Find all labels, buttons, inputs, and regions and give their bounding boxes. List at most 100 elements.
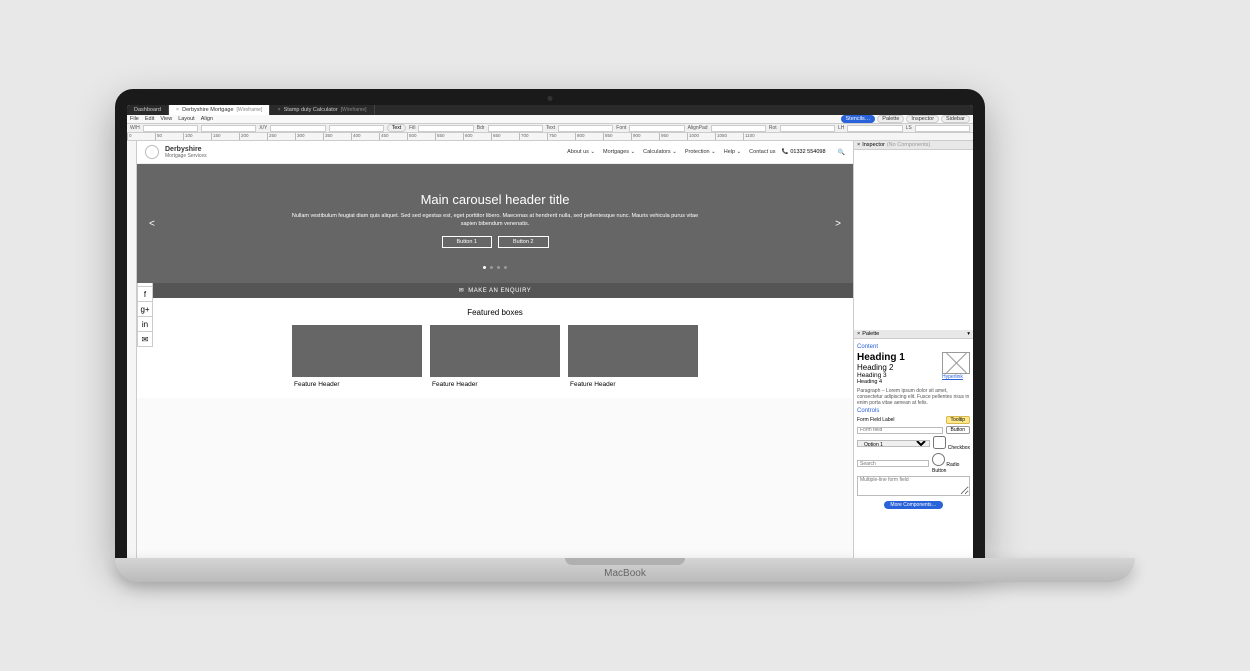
horizontal-ruler: 0501001502002503003504004505005506006507… [127,133,973,141]
palette-form-field[interactable] [857,427,943,434]
palette-radio[interactable]: Radio Button [932,453,970,474]
carousel-dot[interactable] [490,266,493,269]
nav-calculators[interactable]: Calculators ⌄ [643,149,677,155]
search-icon[interactable]: 🔍 [838,149,845,156]
w-input[interactable] [143,125,198,132]
phone-icon: 📞 [781,149,788,155]
canvas[interactable]: 🐦 f g+ in ✉ Derbyshire Mortgage Services [137,141,853,560]
align-input[interactable] [711,125,766,132]
text-label: Text [546,125,555,131]
nav-mortgages[interactable]: Mortgages ⌄ [603,149,635,155]
palette-paragraph[interactable]: Paragraph – Lorem ipsum dolor sit amet, … [857,388,970,406]
carousel-dot[interactable] [497,266,500,269]
carousel-button-1[interactable]: Button 1 [442,236,493,248]
fill-label: Fill [409,125,415,131]
tab-dashboard[interactable]: Dashboard [127,105,169,115]
palette-hyperlink[interactable]: Hyperlink [942,374,970,380]
inspector-header: × Inspector (No Components) [854,141,973,150]
x-input[interactable] [270,125,325,132]
palette-tooltip[interactable]: Tooltip [946,416,970,424]
gplus-icon[interactable]: g+ [137,301,153,317]
phone-number: 📞01332 554098 [781,149,825,155]
font-label: Font [616,125,626,131]
featured-title: Featured boxes [137,308,853,317]
carousel-dot[interactable] [483,266,486,269]
carousel-dot[interactable] [504,266,507,269]
palette-button[interactable]: Button [946,426,970,434]
feature-box[interactable]: Feature Header [430,325,560,388]
bdr-input[interactable] [488,125,543,132]
y-input[interactable] [329,125,384,132]
feature-header: Feature Header [292,377,422,388]
palette-h1[interactable]: Heading 1 [857,352,938,363]
wireframe-page: Derbyshire Mortgage Services About us ⌄ … [137,141,853,398]
tab-stamp-duty[interactable]: ×Stamp duty Calculator[Wireframe] [270,105,374,115]
chevron-down-icon[interactable]: ▾ [967,331,970,337]
linkedin-icon[interactable]: in [137,316,153,332]
alignpad-label: AlignPad [688,125,708,131]
right-panels: × Inspector (No Components) × Palette ▾ … [853,141,973,560]
palette-h2[interactable]: Heading 2 [857,363,938,372]
tab-derbyshire[interactable]: ×Derbyshire Mortgage[Wireframe] [169,105,270,115]
nav-help[interactable]: Help ⌄ [724,149,741,155]
h-input[interactable] [201,125,256,132]
carousel-next[interactable]: > [835,218,841,229]
logo-placeholder [145,145,159,159]
menu-layout[interactable]: Layout [178,116,195,122]
brand-name: Derbyshire [165,146,207,153]
brand-tagline: Mortgage Services [165,153,207,159]
tab-bar: Dashboard ×Derbyshire Mortgage[Wireframe… [127,105,973,115]
ls-input[interactable] [915,125,970,132]
palette-toggle[interactable]: Palette [877,115,904,123]
palette-select[interactable]: Option 1 [857,440,930,447]
vertical-ruler [127,141,137,560]
menu-file[interactable]: File [130,116,139,122]
lh-label: LH [838,125,844,131]
palette-h4[interactable]: Heading 4 [857,379,938,385]
menu-bar: File Edit View Layout Align Stencils… Pa… [127,115,973,124]
text-input[interactable] [558,125,613,132]
palette-body: Content Heading 1 Heading 2 Heading 3 He… [854,339,973,560]
palette-header: × Palette ▾ [854,330,973,339]
sidebar-toggle[interactable]: Sidebar [941,115,970,123]
more-components-button[interactable]: More Components… [884,501,942,509]
featured-section: Featured boxes Feature Header Feature He… [137,298,853,398]
menu-view[interactable]: View [160,116,172,122]
carousel-button-2[interactable]: Button 2 [498,236,549,248]
fill-input[interactable] [418,125,473,132]
close-icon[interactable]: × [176,107,179,113]
feature-box[interactable]: Feature Header [292,325,422,388]
stencils-button[interactable]: Stencils… [841,115,876,123]
carousel-dots [177,266,813,269]
nav-protection[interactable]: Protection ⌄ [685,149,716,155]
palette-checkbox[interactable]: Checkbox [933,436,970,451]
mail-icon[interactable]: ✉ [137,331,153,347]
nav-contact[interactable]: Contact us [749,149,775,155]
font-input[interactable] [629,125,684,132]
form-field-label[interactable]: Form Field Label [857,417,943,423]
wh-label: W/H [130,125,140,131]
menu-edit[interactable]: Edit [145,116,154,122]
feature-box[interactable]: Feature Header [568,325,698,388]
palette-textarea[interactable] [857,476,970,496]
envelope-icon: ✉ [459,287,465,294]
palette-search[interactable] [857,460,929,467]
inspector-note: (No Components) [887,142,930,148]
menu-align[interactable]: Align [201,116,213,122]
inspector-toggle[interactable]: Inspector [906,115,939,123]
facebook-icon[interactable]: f [137,286,153,302]
palette-image[interactable] [942,352,970,374]
close-icon[interactable]: × [857,142,860,148]
site-header: Derbyshire Mortgage Services About us ⌄ … [137,141,853,164]
carousel-prev[interactable]: < [149,218,155,229]
palette-h3[interactable]: Heading 3 [857,372,938,379]
nav-about[interactable]: About us ⌄ [567,149,595,155]
close-icon[interactable]: × [857,331,860,337]
enquiry-bar[interactable]: ✉ MAKE AN ENQUIRY [137,283,853,298]
close-icon[interactable]: × [277,107,280,113]
bdr-label: Bdr [477,125,485,131]
lh-input[interactable] [847,125,902,132]
feature-header: Feature Header [568,377,698,388]
text-tool-button[interactable]: Text [387,124,406,132]
rot-input[interactable] [780,125,835,132]
